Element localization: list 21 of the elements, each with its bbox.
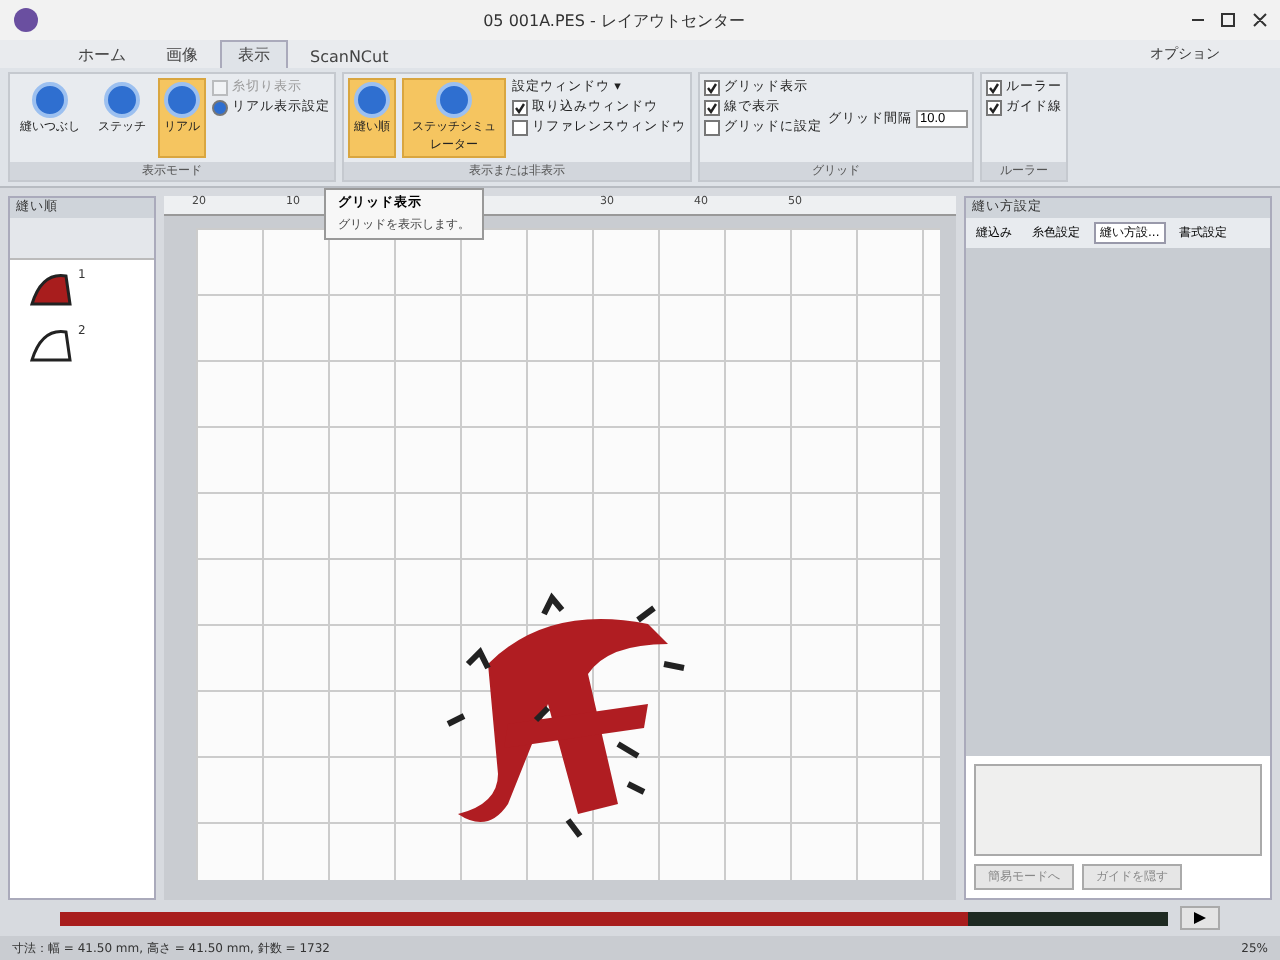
design-thumbnail-icon[interactable] — [26, 268, 74, 308]
design-thumbnail-icon[interactable] — [26, 324, 74, 364]
play-icon — [1194, 912, 1206, 924]
window-title: 05 001A.PES - レイアウトセンター — [481, 9, 747, 31]
ribbon-tab[interactable]: 表示 — [220, 40, 288, 68]
checkbox[interactable] — [704, 119, 720, 135]
panel-toolbar — [10, 218, 154, 260]
app-logo-icon[interactable] — [12, 6, 40, 34]
radio-button[interactable] — [212, 99, 228, 115]
ribbon-tab[interactable]: 画像 — [148, 40, 216, 68]
checkbox[interactable] — [512, 99, 528, 115]
ribbon-tab[interactable]: ホーム — [60, 40, 144, 68]
checkbox[interactable] — [704, 79, 720, 95]
play-button[interactable] — [1180, 906, 1220, 930]
checkbox[interactable] — [986, 79, 1002, 95]
checkbox[interactable] — [512, 119, 528, 135]
window-controls-icon[interactable] — [1188, 12, 1268, 28]
stitch-progress-bar[interactable] — [60, 911, 1168, 925]
checkbox[interactable] — [704, 99, 720, 115]
ribbon-tab[interactable]: ScanNCut — [292, 44, 407, 68]
checkbox[interactable] — [986, 99, 1002, 115]
